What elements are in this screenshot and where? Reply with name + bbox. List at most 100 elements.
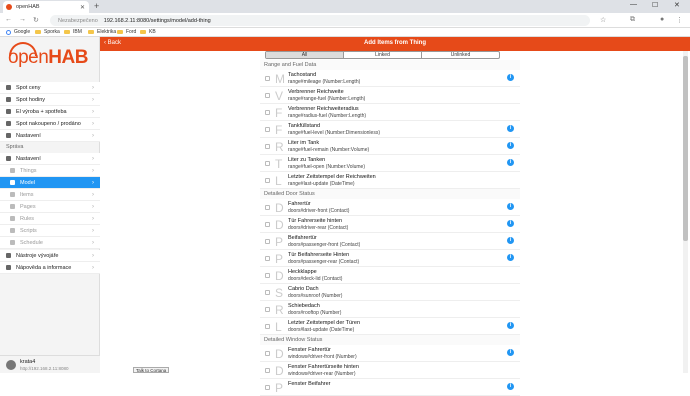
list-item[interactable]: F Tankfüllstand range#fuel-level (Number:D… — [260, 121, 520, 138]
openhab-favicon-icon — [6, 4, 12, 10]
list-item[interactable]: P Beifahrertür doors#passenger-front (Cont… — [260, 233, 520, 250]
bookmark-folder[interactable]: Elektrika — [88, 29, 116, 35]
sidebar-item[interactable]: Nástroje vývojáře › — [0, 250, 100, 262]
sidebar-item[interactable]: Nápověda a informace › — [0, 262, 100, 274]
info-icon[interactable]: i — [507, 142, 514, 149]
item-checkbox[interactable] — [265, 368, 270, 373]
item-checkbox[interactable] — [265, 161, 270, 166]
bookmark-folder[interactable]: IBM — [64, 29, 82, 35]
item-checkbox[interactable] — [265, 307, 270, 312]
sidebar-item[interactable]: Nastavení › — [0, 130, 100, 142]
item-checkbox[interactable] — [265, 256, 270, 261]
sidebar-item[interactable]: Pages › — [0, 201, 100, 213]
info-icon[interactable]: i — [507, 349, 514, 356]
close-window-icon[interactable]: ✕ — [674, 1, 680, 9]
sidebar-item[interactable]: Nastavení › — [0, 153, 100, 165]
sidebar-item[interactable]: Rules › — [0, 213, 100, 225]
security-warning[interactable]: Nezabezpečeno — [58, 18, 98, 24]
back-nav-icon[interactable]: ← — [5, 16, 12, 23]
item-checkbox[interactable] — [265, 273, 270, 278]
info-icon[interactable]: i — [507, 220, 514, 227]
sidebar-item[interactable]: Scripts › — [0, 225, 100, 237]
item-checkbox[interactable] — [265, 144, 270, 149]
url-field[interactable]: Nezabezpečeno 192.168.2.11:8080/settings… — [50, 15, 590, 26]
info-icon[interactable]: i — [507, 322, 514, 329]
info-icon[interactable]: i — [507, 125, 514, 132]
item-checkbox[interactable] — [265, 222, 270, 227]
chevron-right-icon: › — [92, 108, 94, 115]
item-channel: doors#passenger-rear (Contact) — [288, 259, 360, 265]
user-panel[interactable]: krata4 http://192.168.2.11:8080 — [0, 355, 100, 373]
item-checkbox[interactable] — [265, 351, 270, 356]
item-checkbox[interactable] — [265, 110, 270, 115]
close-tab-icon[interactable]: ✕ — [80, 4, 85, 11]
star-icon[interactable]: ☆ — [600, 16, 606, 24]
list-item[interactable]: M Tachostand range#mileage (Number:Length)… — [260, 70, 520, 87]
sidebar-item[interactable]: Spot nakoupeno / prodáno › — [0, 118, 100, 130]
list-item[interactable]: D Fenster Fahrertür windows#driver-front (… — [260, 345, 520, 362]
list-item[interactable]: D Heckklappe doors#deck-lid (Contact) — [260, 267, 520, 284]
browser-tab[interactable]: openHAB ✕ — [3, 1, 89, 13]
sidebar-item[interactable]: El výroba + spotřeba › — [0, 106, 100, 118]
info-icon[interactable]: i — [507, 203, 514, 210]
item-checkbox[interactable] — [265, 239, 270, 244]
new-tab-icon[interactable]: + — [94, 1, 99, 11]
sidebar-item[interactable]: Spot ceny › — [0, 82, 100, 94]
segment-linked[interactable]: Linked — [344, 52, 422, 58]
sidebar-item[interactable]: Things › — [0, 165, 100, 177]
sidebar-item[interactable]: Items › — [0, 189, 100, 201]
item-checkbox[interactable] — [265, 290, 270, 295]
maximize-icon[interactable]: ☐ — [652, 1, 658, 9]
list-item[interactable]: P Fenster Beifahrer i — [260, 379, 520, 396]
bookmark-google[interactable]: Google — [6, 29, 30, 35]
menu-item-icon — [6, 156, 11, 161]
extensions-icon[interactable]: ⧉ — [630, 16, 635, 24]
list-item[interactable]: D Fahrertür doors#driver-front (Contact) i — [260, 199, 520, 216]
list-item[interactable]: R Schiebedach doors#rooftop (Number) — [260, 301, 520, 318]
folder-icon — [140, 30, 146, 34]
info-icon[interactable]: i — [507, 237, 514, 244]
list-item[interactable]: L Letzter Zeitstempel der Türen doors#last… — [260, 318, 520, 335]
bookmark-folder[interactable]: Sporka — [35, 29, 60, 35]
menu-dots-icon[interactable]: ⋮ — [676, 16, 683, 24]
info-icon[interactable]: i — [507, 159, 514, 166]
sidebar-item[interactable]: Model › — [0, 177, 100, 189]
list-item[interactable]: R Liter im Tank range#fuel-remain (Number:… — [260, 138, 520, 155]
minimize-icon[interactable]: — — [630, 1, 637, 8]
info-icon[interactable]: i — [507, 383, 514, 390]
list-item[interactable]: F Verbrenner Reichweiteradius range#radius… — [260, 104, 520, 121]
item-checkbox[interactable] — [265, 178, 270, 183]
menu-item-icon — [10, 204, 15, 209]
sidebar-item[interactable]: Spot hodiny › — [0, 94, 100, 106]
reload-icon[interactable]: ↻ — [33, 16, 39, 24]
list-item[interactable]: D Tür Fahrerseite hinten doors#driver-rear… — [260, 216, 520, 233]
forward-nav-icon[interactable]: → — [19, 16, 26, 23]
list-item[interactable]: S Cabrio Dach doors#sunroof (Number) — [260, 284, 520, 301]
list-item[interactable]: D Fenster Fahrertürseite hinten windows#dr… — [260, 362, 520, 379]
segment-unlinked[interactable]: Unlinked — [422, 52, 499, 58]
item-checkbox[interactable] — [265, 385, 270, 390]
chevron-right-icon: › — [92, 203, 94, 210]
item-checkbox[interactable] — [265, 93, 270, 98]
info-icon[interactable]: i — [507, 254, 514, 261]
segment-all[interactable]: All — [266, 52, 344, 58]
info-icon[interactable]: i — [507, 74, 514, 81]
scrollbar-thumb[interactable] — [683, 56, 688, 241]
bookmark-folder[interactable]: KB — [140, 29, 156, 35]
profile-avatar-icon[interactable]: ● — [660, 16, 664, 23]
item-checkbox[interactable] — [265, 205, 270, 210]
item-checkbox[interactable] — [265, 76, 270, 81]
item-channel: windows#driver-front (Number) — [288, 354, 357, 360]
sidebar-item-label: Spot ceny — [16, 84, 41, 91]
list-item[interactable]: L Letzter Zeitstempel der Reichweiten rang… — [260, 172, 520, 189]
openhab-logo[interactable]: openHAB — [8, 47, 88, 69]
sidebar-item[interactable]: Schedule › — [0, 237, 100, 249]
bookmark-folder[interactable]: Ford — [117, 29, 136, 35]
item-checkbox[interactable] — [265, 127, 270, 132]
sidebar-item-label: Nastavení — [16, 155, 41, 162]
item-initial: D — [275, 347, 284, 361]
list-item[interactable]: V Verbrenner Reichweite range#range-fuel (… — [260, 87, 520, 104]
item-checkbox[interactable] — [265, 324, 270, 329]
list-item[interactable]: P Tür Beifahrerseite Hinten doors#passenge… — [260, 250, 520, 267]
list-item[interactable]: T Liter zu Tanken range#fuel-open (Number:… — [260, 155, 520, 172]
